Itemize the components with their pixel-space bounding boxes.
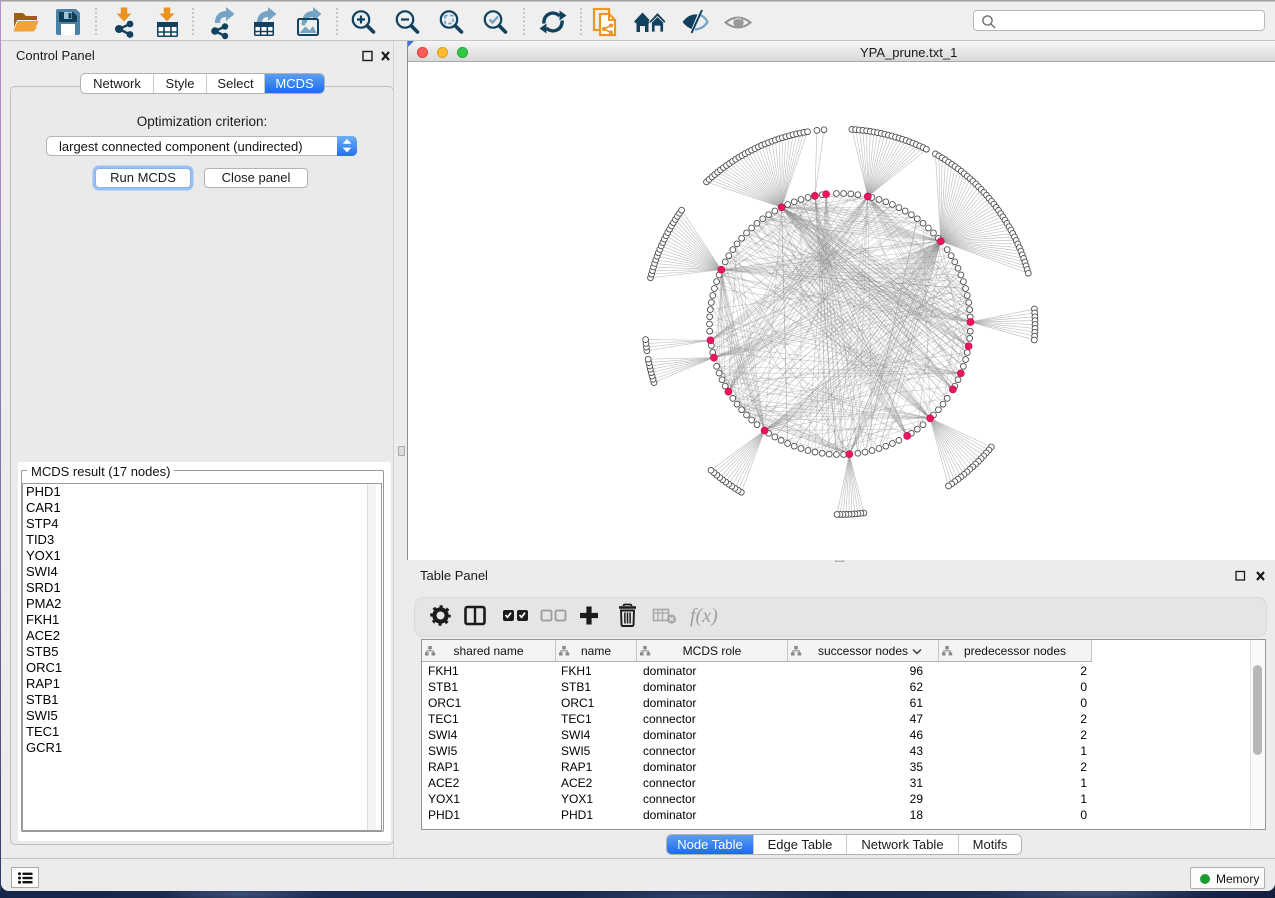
svg-text:f(x): f(x) [690, 605, 718, 627]
